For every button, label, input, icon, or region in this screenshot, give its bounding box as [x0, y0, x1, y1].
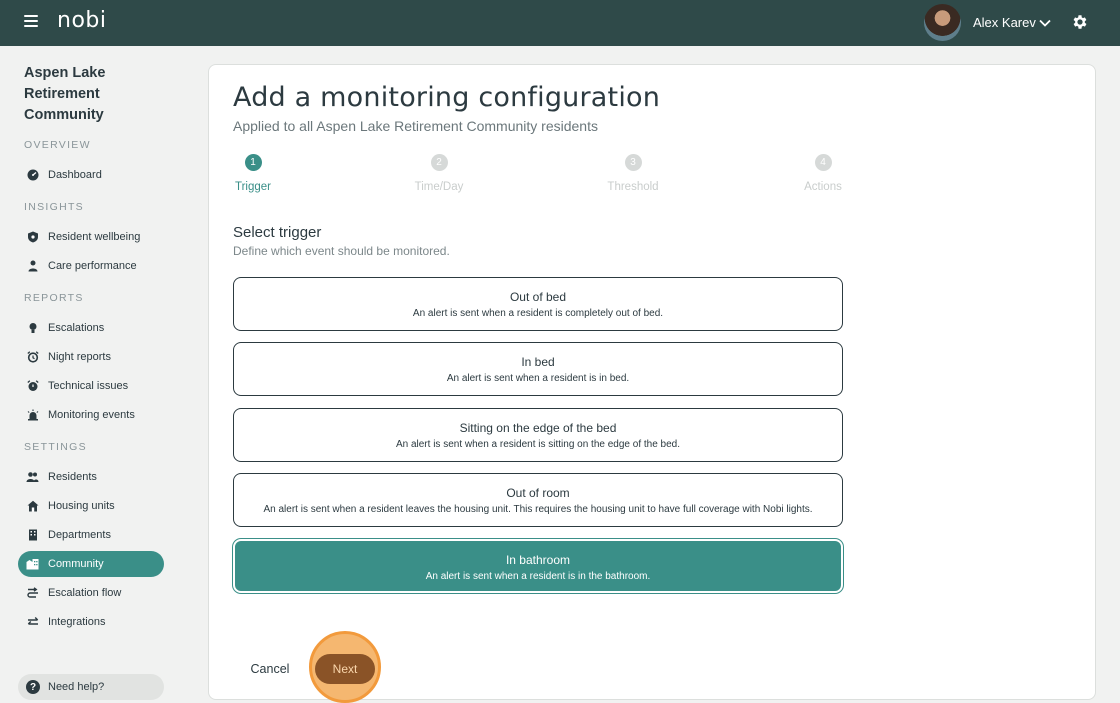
alarm-icon [26, 380, 39, 393]
option-description: An alert is sent when a resident is in b… [446, 373, 630, 384]
option-description: An alert is sent when a resident is sitt… [395, 439, 681, 450]
cancel-button[interactable]: Cancel [240, 659, 300, 679]
page-title: Add a monitoring configuration [233, 82, 661, 113]
trigger-option-in-bed[interactable]: In bed An alert is sent when a resident … [233, 342, 843, 396]
sidebar-item-label: Night reports [48, 351, 111, 363]
sidebar-item-label: Escalations [48, 322, 105, 334]
option-title: Out of room [506, 486, 570, 500]
step-label: Actions [804, 181, 842, 193]
top-bar: nobi Alex Karev [0, 0, 1120, 46]
option-title: Out of bed [509, 290, 567, 304]
step-label: Trigger [235, 181, 271, 193]
trigger-option-sitting-edge[interactable]: Sitting on the edge of the bed An alert … [233, 408, 843, 462]
section-description: Define which event should be monitored. [233, 244, 450, 258]
sidebar-item-label: Dashboard [48, 169, 102, 181]
sidebar-item-label: Residents [48, 471, 97, 483]
step-threshold[interactable]: 3 Threshold [602, 154, 664, 193]
trigger-option-in-bathroom[interactable]: In bathroom An alert is sent when a resi… [233, 539, 843, 593]
nobi-logo[interactable]: nobi [57, 8, 106, 33]
sidebar-item-housing-units[interactable]: Housing units [18, 493, 164, 519]
sidebar-item-escalations[interactable]: Escalations [18, 315, 164, 341]
dashboard-icon [26, 169, 39, 182]
help-button[interactable]: ? Need help? [18, 674, 164, 700]
sidebar-item-night-reports[interactable]: Night reports [18, 344, 164, 370]
page-subtitle: Applied to all Aspen Lake Retirement Com… [233, 118, 598, 134]
menu-icon[interactable] [24, 15, 38, 31]
sidebar-item-integrations[interactable]: Integrations [18, 609, 164, 635]
step-number: 1 [244, 154, 262, 171]
lightbulb-icon [26, 322, 39, 335]
help-label: Need help? [48, 681, 105, 693]
next-button[interactable]: Next [315, 654, 375, 684]
sidebar-item-label: Escalation flow [48, 587, 122, 599]
sidebar-item-escalation-flow[interactable]: Escalation flow [18, 580, 164, 606]
avatar[interactable] [924, 4, 961, 41]
sidebar-item-resident-wellbeing[interactable]: Resident wellbeing [18, 224, 164, 250]
sidebar-item-technical-issues[interactable]: Technical issues [18, 373, 164, 399]
community-icon [26, 558, 39, 571]
house-icon [26, 500, 39, 513]
sidebar-item-label: Departments [48, 529, 111, 541]
sidebar: Aspen Lake Retirement Community OVERVIEW… [0, 46, 180, 703]
section-title: Select trigger [233, 224, 322, 241]
option-description: An alert is sent when a resident leaves … [263, 504, 813, 515]
swap-arrows-icon [26, 616, 39, 629]
question-icon: ? [26, 680, 40, 694]
option-description: An alert is sent when a resident is in t… [425, 571, 651, 582]
flow-icon [26, 587, 39, 600]
sidebar-item-label: Care performance [48, 260, 137, 272]
sidebar-item-label: Community [48, 558, 104, 570]
sidebar-item-label: Monitoring events [48, 409, 135, 421]
chevron-down-icon[interactable] [1039, 17, 1051, 29]
step-label: Time/Day [414, 181, 464, 193]
step-number: 3 [624, 154, 642, 171]
section-settings: SETTINGS [24, 441, 87, 453]
sidebar-item-community[interactable]: Community [18, 551, 164, 577]
sidebar-item-departments[interactable]: Departments [18, 522, 164, 548]
option-description: An alert is sent when a resident is comp… [412, 308, 664, 319]
siren-icon [26, 409, 39, 422]
trigger-option-out-of-bed[interactable]: Out of bed An alert is sent when a resid… [233, 277, 843, 331]
people-icon [26, 471, 39, 484]
option-title: In bed [521, 355, 555, 369]
section-reports: REPORTS [24, 292, 84, 304]
building-icon [26, 529, 39, 542]
step-actions[interactable]: 4 Actions [798, 154, 848, 193]
step-trigger[interactable]: 1 Trigger [233, 154, 273, 193]
sidebar-item-label: Housing units [48, 500, 115, 512]
user-name[interactable]: Alex Karev [973, 15, 1036, 30]
trigger-option-out-of-room[interactable]: Out of room An alert is sent when a resi… [233, 473, 843, 527]
shield-heart-icon [26, 231, 39, 244]
sidebar-item-monitoring-events[interactable]: Monitoring events [18, 402, 164, 428]
sidebar-item-residents[interactable]: Residents [18, 464, 164, 490]
caregiver-icon [26, 260, 39, 273]
sidebar-item-label: Integrations [48, 616, 106, 628]
step-number: 4 [814, 154, 832, 171]
alarm-clock-icon [26, 351, 39, 364]
sidebar-item-dashboard[interactable]: Dashboard [18, 162, 164, 188]
option-title: Sitting on the edge of the bed [459, 421, 617, 435]
community-name: Aspen Lake Retirement Community [24, 65, 106, 123]
section-insights: INSIGHTS [24, 201, 84, 213]
option-title: In bathroom [505, 553, 571, 567]
step-time-day[interactable]: 2 Time/Day [409, 154, 469, 193]
sidebar-item-care-performance[interactable]: Care performance [18, 253, 164, 279]
sidebar-item-label: Technical issues [48, 380, 129, 392]
configuration-card: Add a monitoring configuration Applied t… [208, 64, 1096, 703]
section-overview: OVERVIEW [24, 139, 91, 151]
gear-icon[interactable] [1071, 13, 1089, 31]
step-label: Threshold [607, 181, 659, 193]
step-number: 2 [430, 154, 448, 171]
sidebar-item-label: Resident wellbeing [48, 231, 141, 243]
